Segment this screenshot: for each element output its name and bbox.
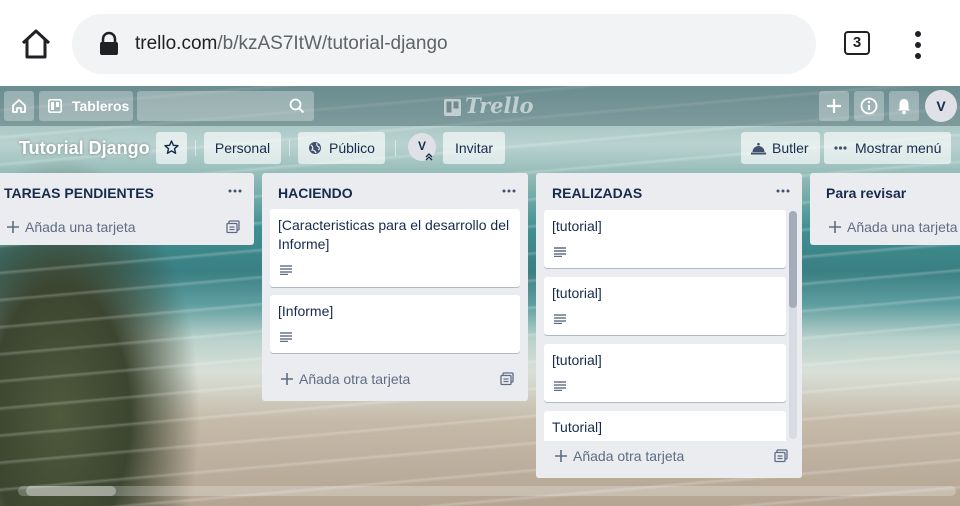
bell-icon	[898, 99, 910, 115]
invite-button[interactable]: Invitar	[443, 132, 505, 164]
butler-button[interactable]: Butler	[741, 132, 820, 164]
personal-team-button[interactable]: Personal	[204, 132, 281, 164]
ellipsis-icon	[834, 146, 847, 150]
home-icon[interactable]	[18, 26, 54, 62]
add-card-label: Añada otra tarjeta	[299, 371, 411, 387]
boards-label: Tableros	[72, 98, 130, 114]
card[interactable]: [tutorial]	[544, 210, 786, 268]
card-title: [tutorial]	[552, 352, 602, 368]
show-menu-button[interactable]: Mostrar menú	[824, 132, 951, 164]
card[interactable]: Tutorial]	[544, 411, 786, 441]
board-title[interactable]: Tutorial Django	[19, 138, 150, 159]
plus-icon	[555, 450, 567, 462]
admin-chevron-icon	[425, 153, 433, 161]
plus-icon	[281, 373, 293, 385]
card[interactable]: [tutorial]	[544, 344, 786, 402]
logo-text: Trello	[465, 93, 534, 118]
list-para-revisar: Para revisar Añada una tarjeta	[810, 173, 960, 245]
list-tareas-pendientes: TAREAS PENDIENTES Añada una tarjeta	[0, 173, 254, 245]
search-input[interactable]	[137, 91, 314, 121]
visibility-button[interactable]: Público	[298, 132, 385, 164]
card-template-icon[interactable]	[226, 220, 240, 234]
list-menu-icon[interactable]	[776, 188, 790, 194]
header-divider	[289, 140, 290, 156]
description-icon	[554, 247, 566, 257]
plus-icon	[7, 221, 19, 233]
list-title[interactable]: TAREAS PENDIENTES	[4, 185, 154, 201]
info-button[interactable]	[854, 91, 884, 121]
boards-icon	[48, 99, 62, 113]
card-title: Tutorial]	[552, 419, 603, 435]
more-vert-icon[interactable]	[912, 30, 924, 60]
star-board-button[interactable]	[156, 132, 187, 164]
browser-toolbar: trello.com/b/kzAS7ItW/tutorial-django 3	[0, 0, 960, 86]
trello-home-button[interactable]	[4, 91, 34, 121]
add-card-label: Añada otra tarjeta	[573, 448, 685, 464]
list-title[interactable]: Para revisar	[826, 185, 906, 201]
show-menu-label: Mostrar menú	[855, 140, 942, 156]
notifications-button[interactable]	[889, 91, 919, 121]
url-path: /b/kzAS7ItW/tutorial-django	[217, 33, 448, 54]
boards-button[interactable]: Tableros	[39, 91, 133, 121]
star-icon	[164, 140, 179, 154]
plus-icon	[829, 221, 841, 233]
card[interactable]: [Caracteristicas para el desarrollo del …	[270, 209, 520, 287]
scrollbar-thumb[interactable]	[789, 211, 797, 308]
butler-bell-icon	[751, 142, 766, 155]
tab-switcher-button[interactable]: 3	[844, 31, 870, 55]
globe-icon	[309, 142, 321, 154]
card-title: [tutorial]	[552, 218, 602, 234]
card-template-icon[interactable]	[500, 372, 514, 386]
butler-label: Butler	[772, 140, 809, 156]
description-icon	[280, 332, 292, 342]
list-haciendo: HACIENDO [Caracteristicas para el desarr…	[262, 173, 528, 401]
list-menu-icon[interactable]	[228, 188, 242, 194]
info-icon	[860, 97, 878, 115]
header-divider	[395, 140, 396, 156]
card[interactable]: [tutorial]	[544, 277, 786, 335]
create-button[interactable]	[819, 91, 849, 121]
add-card-label: Añada una tarjeta	[25, 219, 136, 235]
search-icon	[289, 98, 305, 114]
board-canvas: Tableros Trello V Tutorial Django Person…	[0, 86, 960, 506]
url-domain: trello.com	[135, 33, 218, 54]
house-icon	[12, 99, 26, 113]
list-menu-icon[interactable]	[502, 188, 516, 194]
user-avatar[interactable]: V	[925, 90, 957, 122]
card-title: [tutorial]	[552, 285, 602, 301]
description-icon	[554, 381, 566, 391]
list-scrollbar[interactable]	[789, 211, 797, 439]
description-icon	[280, 265, 292, 275]
plus-icon	[827, 99, 841, 113]
header-divider	[195, 140, 196, 156]
card[interactable]: [Informe]	[270, 295, 520, 353]
add-card-label: Añada una tarjeta	[847, 219, 958, 235]
list-realizadas: REALIZADAS [tutorial] [tutorial] [tutori…	[536, 173, 802, 478]
lock-icon[interactable]	[98, 31, 120, 57]
board-horizontal-scrollbar[interactable]	[18, 486, 956, 496]
card-title: [Caracteristicas para el desarrollo del …	[278, 217, 510, 252]
trello-header: Tableros Trello V	[0, 86, 960, 126]
list-title[interactable]: REALIZADAS	[552, 185, 642, 201]
trello-logo-icon	[444, 99, 461, 116]
description-icon	[554, 314, 566, 324]
visibility-label: Público	[329, 140, 375, 156]
list-title[interactable]: HACIENDO	[278, 185, 353, 201]
scrollbar-thumb[interactable]	[26, 486, 116, 496]
card-title: [Informe]	[278, 303, 334, 319]
url-text[interactable]: trello.com/b/kzAS7ItW/tutorial-django	[135, 31, 448, 57]
trello-logo[interactable]: Trello	[444, 94, 534, 118]
card-template-icon[interactable]	[774, 449, 788, 463]
